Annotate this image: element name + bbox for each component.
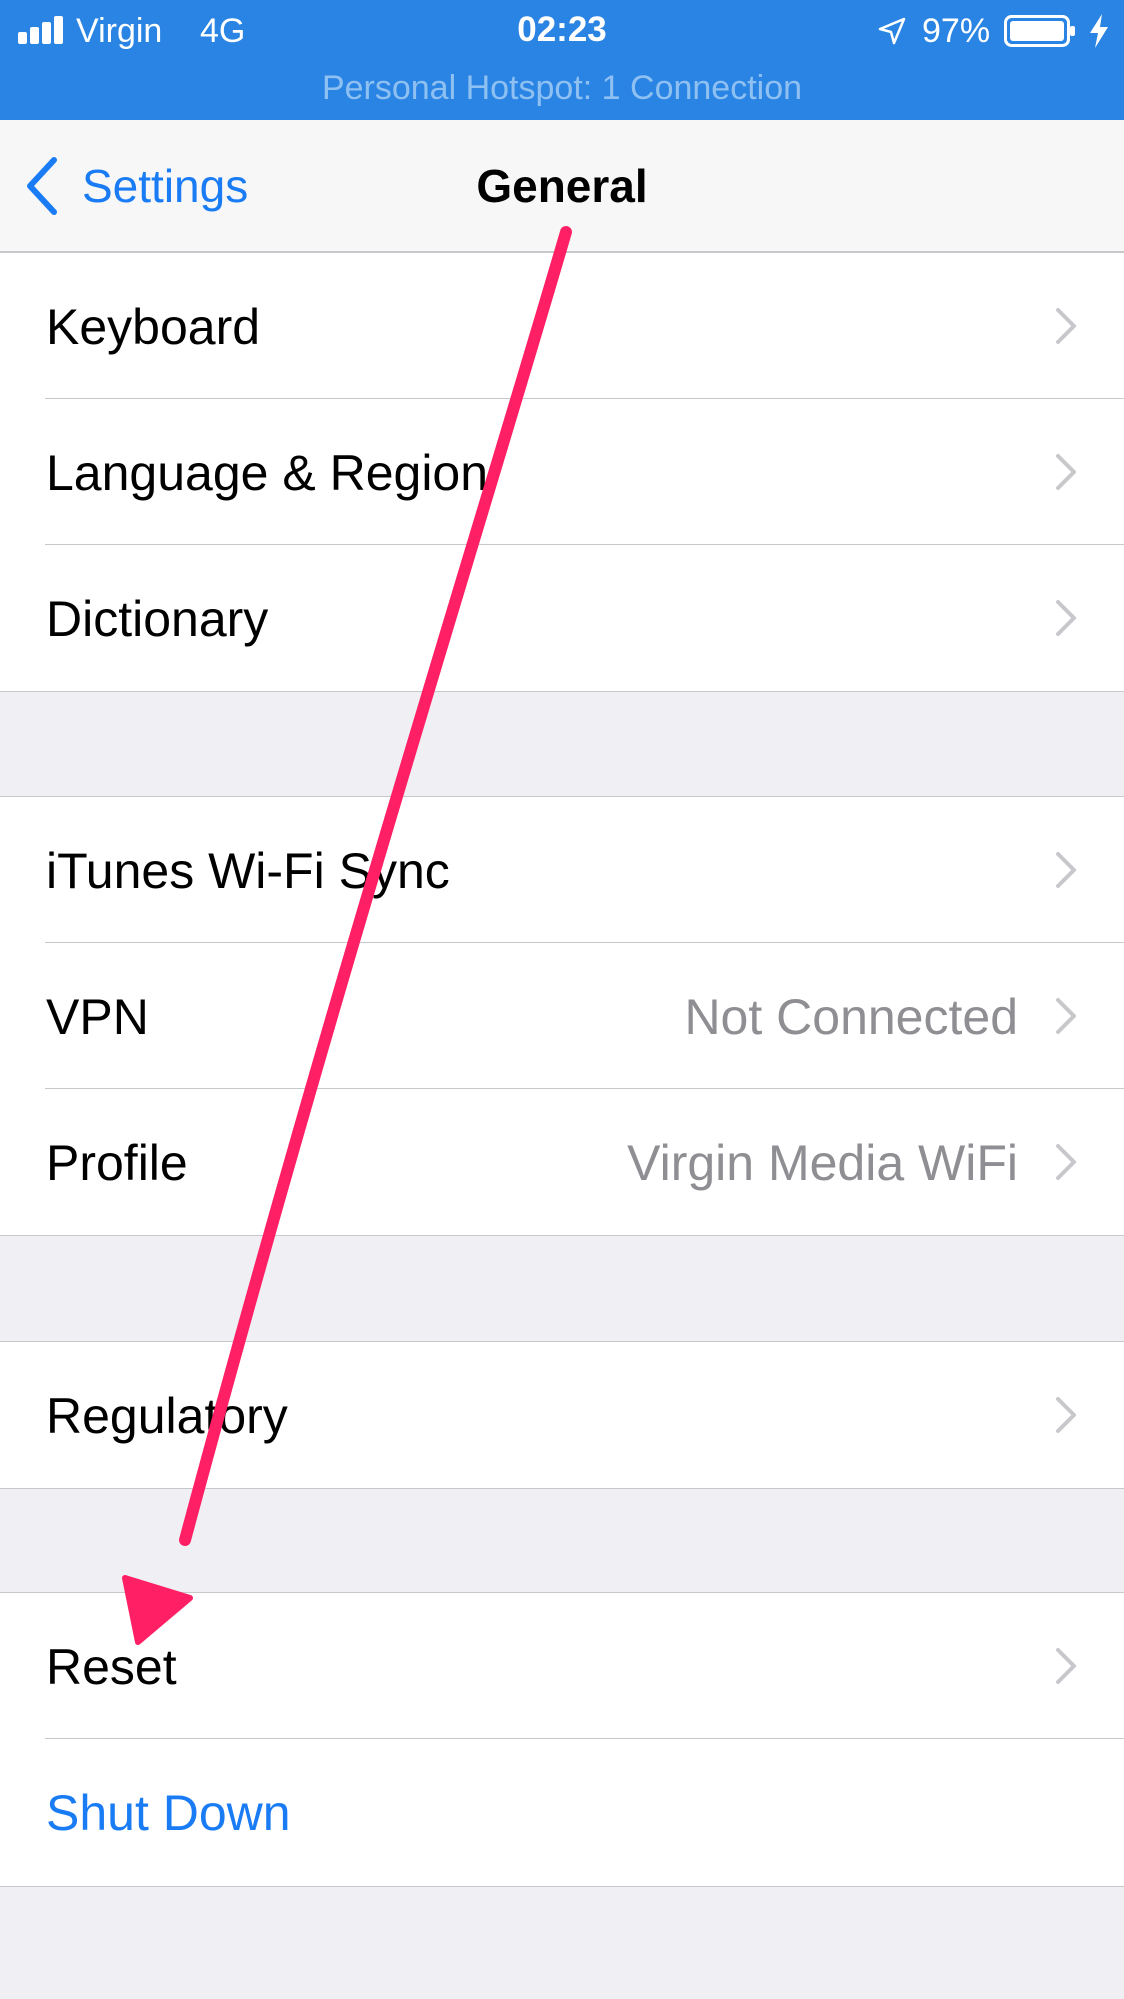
- row-label: Profile: [46, 1135, 188, 1191]
- chevron-right-icon: [1056, 600, 1076, 636]
- settings-general-screen: Virgin 4G 02:23 97% Personal Hotspot: 1 …: [0, 0, 1124, 1999]
- settings-group-network: iTunes Wi-Fi Sync VPN Not Connected Prof…: [0, 796, 1124, 1236]
- row-label: Regulatory: [46, 1388, 288, 1444]
- lightning-bolt-icon: [1090, 14, 1108, 48]
- row-dictionary[interactable]: Dictionary: [0, 545, 1124, 691]
- status-row: Virgin 4G 02:23 97%: [0, 0, 1124, 62]
- battery-percent: 97%: [922, 12, 991, 50]
- row-regulatory[interactable]: Regulatory: [0, 1342, 1124, 1488]
- row-label: Language & Region: [46, 445, 489, 501]
- status-bar: Virgin 4G 02:23 97% Personal Hotspot: 1 …: [0, 0, 1124, 120]
- row-shut-down[interactable]: Shut Down: [0, 1739, 1124, 1885]
- chevron-right-icon: [1056, 1648, 1076, 1684]
- battery-icon: [1004, 15, 1075, 47]
- row-keyboard[interactable]: Keyboard: [0, 253, 1124, 399]
- row-label: Dictionary: [46, 591, 269, 647]
- row-label: iTunes Wi-Fi Sync: [46, 843, 450, 899]
- navigation-bar: Settings General: [0, 120, 1124, 252]
- chevron-right-icon: [1056, 308, 1076, 344]
- chevron-right-icon: [1056, 454, 1076, 490]
- row-label: VPN: [46, 989, 149, 1045]
- shut-down-label: Shut Down: [46, 1785, 291, 1841]
- chevron-right-icon: [1056, 1397, 1076, 1433]
- page-title: General: [476, 160, 648, 212]
- chevron-right-icon: [1056, 998, 1076, 1034]
- vpn-status-value: Not Connected: [684, 989, 1018, 1045]
- row-label: Reset: [46, 1639, 177, 1695]
- settings-group-reset: Reset Shut Down: [0, 1592, 1124, 1887]
- row-itunes-wifi-sync[interactable]: iTunes Wi-Fi Sync: [0, 797, 1124, 943]
- row-vpn[interactable]: VPN Not Connected: [0, 943, 1124, 1089]
- settings-group-regulatory: Regulatory: [0, 1341, 1124, 1489]
- profile-value: Virgin Media WiFi: [627, 1135, 1018, 1191]
- row-profile[interactable]: Profile Virgin Media WiFi: [0, 1089, 1124, 1235]
- chevron-right-icon: [1056, 1144, 1076, 1180]
- row-reset[interactable]: Reset: [0, 1593, 1124, 1739]
- hotspot-banner[interactable]: Personal Hotspot: 1 Connection: [0, 68, 1124, 108]
- location-arrow-icon: [878, 17, 906, 45]
- row-label: Keyboard: [46, 299, 261, 355]
- row-language-region[interactable]: Language & Region: [0, 399, 1124, 545]
- settings-group-input: Keyboard Language & Region Dictionary: [0, 252, 1124, 692]
- chevron-right-icon: [1056, 852, 1076, 888]
